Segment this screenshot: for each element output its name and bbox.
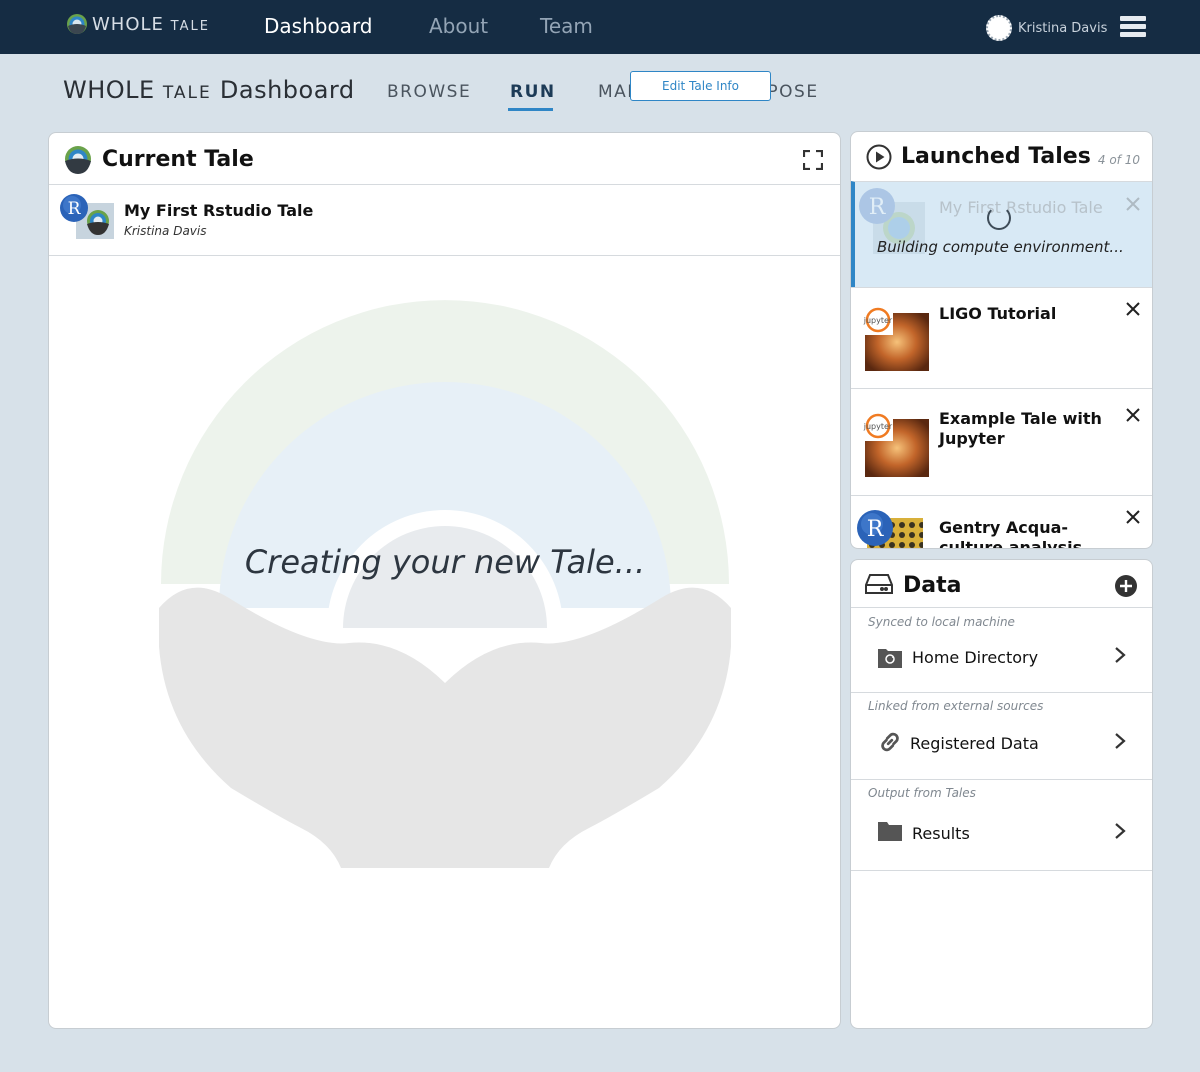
close-icon[interactable] xyxy=(1125,196,1141,212)
data-caption: Synced to local machine xyxy=(868,615,1015,629)
play-icon xyxy=(866,144,892,170)
user-name: Kristina Davis xyxy=(1018,20,1108,36)
hamburger-stack-icon[interactable] xyxy=(1120,16,1146,38)
svg-text:jupyter: jupyter xyxy=(863,316,893,325)
brand-word-whole: WHOLE xyxy=(63,76,155,104)
jupyter-tale-thumbnail-icon: jupyter xyxy=(863,411,929,477)
rstudio-tale-thumbnail-icon: R xyxy=(857,510,923,548)
creating-status-text: Creating your new Tale... xyxy=(244,543,646,581)
data-header: Data xyxy=(851,560,1152,608)
brand-word-dashboard: Dashboard xyxy=(219,76,355,104)
add-icon[interactable] xyxy=(1115,575,1137,597)
tab-run[interactable]: RUN xyxy=(510,82,556,102)
whole-tale-logo[interactable]: WHOLE TALE xyxy=(66,13,210,35)
nav-dashboard[interactable]: Dashboard xyxy=(264,14,373,38)
folder-icon xyxy=(878,822,902,841)
launched-tale-name: My First Rstudio Tale xyxy=(939,198,1103,217)
whole-tale-icon xyxy=(65,146,91,174)
close-icon[interactable] xyxy=(1125,301,1141,317)
data-section-registered: Linked from external sources Registered … xyxy=(851,693,1152,780)
close-icon[interactable] xyxy=(1125,509,1141,525)
page-title: WHOLE TALE Dashboard xyxy=(63,76,355,104)
brand-word-tale: TALE xyxy=(162,83,212,103)
data-item-label: Registered Data xyxy=(910,734,1039,753)
edit-tale-info-button[interactable]: Edit Tale Info xyxy=(630,71,771,101)
tale-name: My First Rstudio Tale xyxy=(124,201,314,220)
nav-team[interactable]: Team xyxy=(540,14,593,38)
chevron-right-icon[interactable] xyxy=(1113,732,1127,750)
current-tale-panel: Current Tale R My First Rstudio Tale Kri… xyxy=(48,132,841,1029)
current-tale-title: Current Tale xyxy=(102,147,254,172)
tale-author: Kristina Davis xyxy=(124,224,207,238)
jupyter-tale-thumbnail-icon: jupyter xyxy=(863,305,929,371)
active-tab-underline xyxy=(508,108,553,111)
data-panel: Data Synced to local machine Home Direct… xyxy=(850,559,1153,1029)
loading-spinner-icon xyxy=(987,206,1011,230)
top-navbar: WHOLE TALE Dashboard About Team Kristina… xyxy=(0,0,1200,54)
launched-tales-header: Launched Tales 4 of 10 xyxy=(851,132,1152,180)
chevron-right-icon[interactable] xyxy=(1113,822,1127,840)
folder-sync-icon xyxy=(878,649,902,668)
chevron-right-icon[interactable] xyxy=(1113,646,1127,664)
data-title: Data xyxy=(903,573,962,598)
launched-tale-item[interactable]: R Gentry Acqua-culture analysis xyxy=(851,495,1152,549)
expand-icon[interactable] xyxy=(803,150,823,170)
tab-browse[interactable]: BROWSE xyxy=(387,82,471,102)
launched-tale-name: Example Tale with Jupyter xyxy=(939,409,1102,448)
launched-tale-item[interactable]: jupyter LIGO Tutorial xyxy=(851,287,1152,388)
data-caption: Output from Tales xyxy=(868,786,976,800)
svg-text:R: R xyxy=(68,199,82,219)
logo-word-tale: TALE xyxy=(170,18,210,34)
rstudio-tale-thumbnail-icon: R xyxy=(60,194,114,239)
data-section-home: Synced to local machine Home Directory xyxy=(851,609,1152,693)
launched-tale-item[interactable]: jupyter Example Tale with Jupyter xyxy=(851,388,1152,495)
whole-tale-watermark-icon xyxy=(159,300,731,868)
svg-text:R: R xyxy=(867,517,885,542)
whole-tale-logo-icon xyxy=(67,14,87,34)
logo-word-whole: WHOLE xyxy=(92,13,164,35)
avatar xyxy=(986,15,1012,41)
data-item-label: Home Directory xyxy=(912,648,1039,667)
launched-tale-item[interactable]: R My First Rstudio Tale Building compute… xyxy=(851,181,1152,287)
launched-tale-name: Gentry Acqua-culture analysis xyxy=(939,518,1083,549)
data-caption: Linked from external sources xyxy=(868,699,1044,713)
user-menu[interactable]: Kristina Davis xyxy=(986,15,1107,41)
current-tale-row: R My First Rstudio Tale Kristina Davis xyxy=(49,185,840,256)
link-icon xyxy=(881,732,899,752)
nav-about[interactable]: About xyxy=(429,14,488,38)
data-item-label: Results xyxy=(912,824,970,843)
launched-tale-name: LIGO Tutorial xyxy=(939,304,1057,323)
hard-drive-icon xyxy=(865,574,893,594)
current-tale-header: Current Tale xyxy=(49,133,840,185)
close-icon[interactable] xyxy=(1125,407,1141,423)
launched-tales-title: Launched Tales xyxy=(901,144,1091,169)
svg-text:jupyter: jupyter xyxy=(863,422,893,431)
launched-tales-panel: Launched Tales 4 of 10 R My First Rstudi… xyxy=(850,131,1153,549)
launched-tales-count: 4 of 10 xyxy=(1097,153,1140,167)
launched-tale-status: Building compute environment... xyxy=(877,238,1124,256)
svg-text:R: R xyxy=(869,195,887,220)
data-section-results: Output from Tales Results xyxy=(851,780,1152,871)
